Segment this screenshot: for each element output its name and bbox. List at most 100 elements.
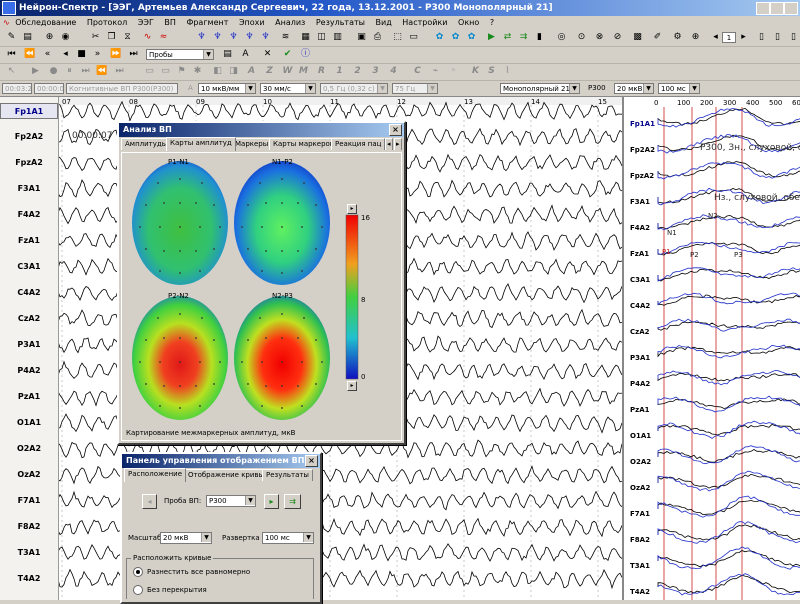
ep-channel-label[interactable]: PzA1 — [630, 406, 650, 414]
layout-icon[interactable]: ▦ — [300, 32, 311, 43]
forward-icon[interactable]: ⇉ — [518, 32, 529, 43]
tab-layout[interactable]: Расположение — [124, 468, 187, 482]
electrode-icon-3[interactable]: ♆ — [228, 32, 239, 43]
menu-item-help[interactable]: ? — [490, 18, 494, 27]
channel-label[interactable]: O2A2 — [0, 441, 58, 457]
menu-item-settings[interactable]: Настройки — [402, 18, 447, 27]
ep-channel-label[interactable]: T3A1 — [630, 562, 650, 570]
tab-marker-maps[interactable]: Карты маркеров — [269, 138, 338, 150]
menu-item-window[interactable]: Окно — [458, 18, 479, 27]
menu-item-analysis[interactable]: Анализ — [275, 18, 305, 27]
menu-item-results[interactable]: Результаты — [316, 18, 365, 27]
topo-icon-1[interactable]: ⊙ — [576, 32, 587, 43]
play-icon[interactable]: ▶ — [486, 32, 497, 43]
tab-scroll-left-icon[interactable]: ◂ — [385, 138, 393, 150]
channel-label[interactable]: F4A2 — [0, 207, 58, 223]
channel-label[interactable]: FzA1 — [0, 233, 58, 249]
tab-markers[interactable]: Маркеры — [231, 138, 273, 150]
trash-icon[interactable]: ✕ — [262, 49, 273, 60]
probe-next-all-button[interactable]: ⇉ — [284, 494, 301, 509]
first-icon[interactable]: ⏮ — [6, 49, 17, 60]
p300-time-combo[interactable]: 100 мс ▼ — [658, 83, 700, 94]
ep-channel-label[interactable]: C4A2 — [630, 302, 650, 310]
menu-item-epochs[interactable]: Эпохи — [239, 18, 265, 27]
fast-back-icon[interactable]: ⏪ — [24, 49, 35, 60]
spectrum-icon[interactable]: ▮ — [534, 32, 545, 43]
speed-combo[interactable]: 30 мм/с ▼ — [260, 83, 316, 94]
ep-channel-label[interactable]: CzA2 — [630, 328, 650, 336]
display-control-window[interactable]: Панель управления отображением ВП × Распо… — [120, 452, 322, 604]
grid-icon[interactable]: ▥ — [332, 32, 343, 43]
low-filter-combo[interactable]: 0,5 Гц (0,32 с) ▼ — [320, 83, 388, 94]
ep-channel-label[interactable]: F4A2 — [630, 224, 650, 232]
maximize-button[interactable] — [770, 2, 784, 15]
montage-icon[interactable]: ≋ — [280, 32, 291, 43]
ep-channel-label[interactable]: F3A1 — [630, 198, 650, 206]
check-icon[interactable]: ✔ — [282, 49, 293, 60]
channel-label[interactable]: FpzA2 — [0, 155, 58, 171]
close-icon[interactable]: × — [305, 455, 318, 467]
target-icon[interactable]: ◎ — [556, 32, 567, 43]
analysis-window-titlebar[interactable]: Анализ ВП × — [119, 123, 404, 137]
app-menu-icon[interactable]: ∿ — [3, 16, 10, 30]
ep-channel-label[interactable]: C3A1 — [630, 276, 650, 284]
ep-channel-label[interactable]: P4A2 — [630, 380, 650, 388]
close-icon[interactable]: × — [389, 124, 402, 136]
ep-channel-label[interactable]: FzA1 — [630, 250, 649, 258]
p300-scale-combo[interactable]: 20 мкВ ▼ — [614, 83, 654, 94]
topo-icon-3[interactable]: ⊘ — [612, 32, 623, 43]
print-icon[interactable]: ⎙ — [372, 32, 383, 43]
ep-channel-label[interactable]: FpzA2 — [630, 172, 654, 180]
ep-channel-label[interactable]: F8A2 — [630, 536, 650, 544]
filter-icon[interactable]: ⧖ — [122, 32, 133, 43]
wave-icon[interactable]: ≈ — [158, 32, 169, 43]
mark-icon[interactable]: ▭ — [408, 32, 419, 43]
open-icon[interactable]: ▤ — [22, 32, 33, 43]
channel-label[interactable]: P4A2 — [0, 363, 58, 379]
ep-channel-label[interactable]: Fp1A1 — [630, 120, 655, 128]
page-prev-icon[interactable]: ◂ — [710, 32, 721, 43]
channel-label[interactable]: Fp1A1 — [0, 103, 58, 119]
menu-item-protocol[interactable]: Протокол — [87, 18, 127, 27]
ep-channel-label[interactable]: P3A1 — [630, 354, 650, 362]
option-distribute-evenly[interactable]: Разнестить все равномерно — [133, 567, 250, 577]
sweep-combo[interactable]: 100 мс ▼ — [262, 532, 314, 544]
topo-icon-2[interactable]: ⊗ — [594, 32, 605, 43]
scale-combo[interactable]: 20 мкВ ▼ — [160, 532, 212, 544]
ep-channel-label[interactable]: O1A1 — [630, 432, 651, 440]
cut-icon[interactable]: ✂ — [90, 32, 101, 43]
ep-panel[interactable]: 0 100 200 300 400 500 600 Fp1A1 Fp2A2 FpzA2 F3A1 F4… — [622, 97, 800, 600]
channel-label[interactable]: P3A1 — [0, 337, 58, 353]
channel-label[interactable]: PzA1 — [0, 389, 58, 405]
channel-label[interactable]: T4A2 — [0, 571, 58, 587]
map-icon-1[interactable]: ✿ — [434, 32, 445, 43]
channel-label[interactable]: F8A2 — [0, 519, 58, 535]
close-button[interactable] — [784, 2, 798, 15]
control-window-titlebar[interactable]: Панель управления отображением ВП × — [122, 454, 320, 468]
ep-channel-label[interactable]: OzA2 — [630, 484, 650, 492]
map-icon-3[interactable]: ✿ — [466, 32, 477, 43]
high-filter-combo[interactable]: 75 Гц ▼ — [392, 83, 438, 94]
select-icon[interactable]: ⬚ — [392, 32, 403, 43]
electrode-icon-1[interactable]: ♆ — [196, 32, 207, 43]
channel-label[interactable]: C3A1 — [0, 259, 58, 275]
forward-double-icon[interactable]: » — [92, 49, 103, 60]
channel-label[interactable]: O1A1 — [0, 415, 58, 431]
text-a-icon[interactable]: A — [240, 49, 251, 60]
zoom-icon[interactable]: ⊕ — [44, 32, 55, 43]
settings-icon[interactable]: ⚙ — [672, 32, 683, 43]
scale-down-button[interactable]: ▸ — [347, 381, 357, 391]
menu-item-examination[interactable]: Обследование — [15, 18, 76, 27]
info-icon[interactable]: ⓘ — [300, 49, 311, 60]
menu-item-eeg[interactable]: ЭЭГ — [138, 18, 154, 27]
back-double-icon[interactable]: « — [42, 49, 53, 60]
option-no-overlap[interactable]: Без перекрытия — [133, 585, 207, 595]
electrode-icon-5[interactable]: ♆ — [260, 32, 271, 43]
menu-item-fragment[interactable]: Фрагмент — [186, 18, 228, 27]
mode-combo[interactable]: Пробы ▼ — [146, 49, 214, 60]
ep-channel-label[interactable]: O2A2 — [630, 458, 651, 466]
tab-patient-reaction[interactable]: Реакция пац — [331, 138, 386, 150]
minimize-button[interactable] — [756, 2, 770, 15]
tool-icon-a[interactable]: ▯ — [756, 32, 767, 43]
analysis-window[interactable]: Анализ ВП × Амплитуды Карты амплитуд Марк… — [117, 121, 406, 445]
